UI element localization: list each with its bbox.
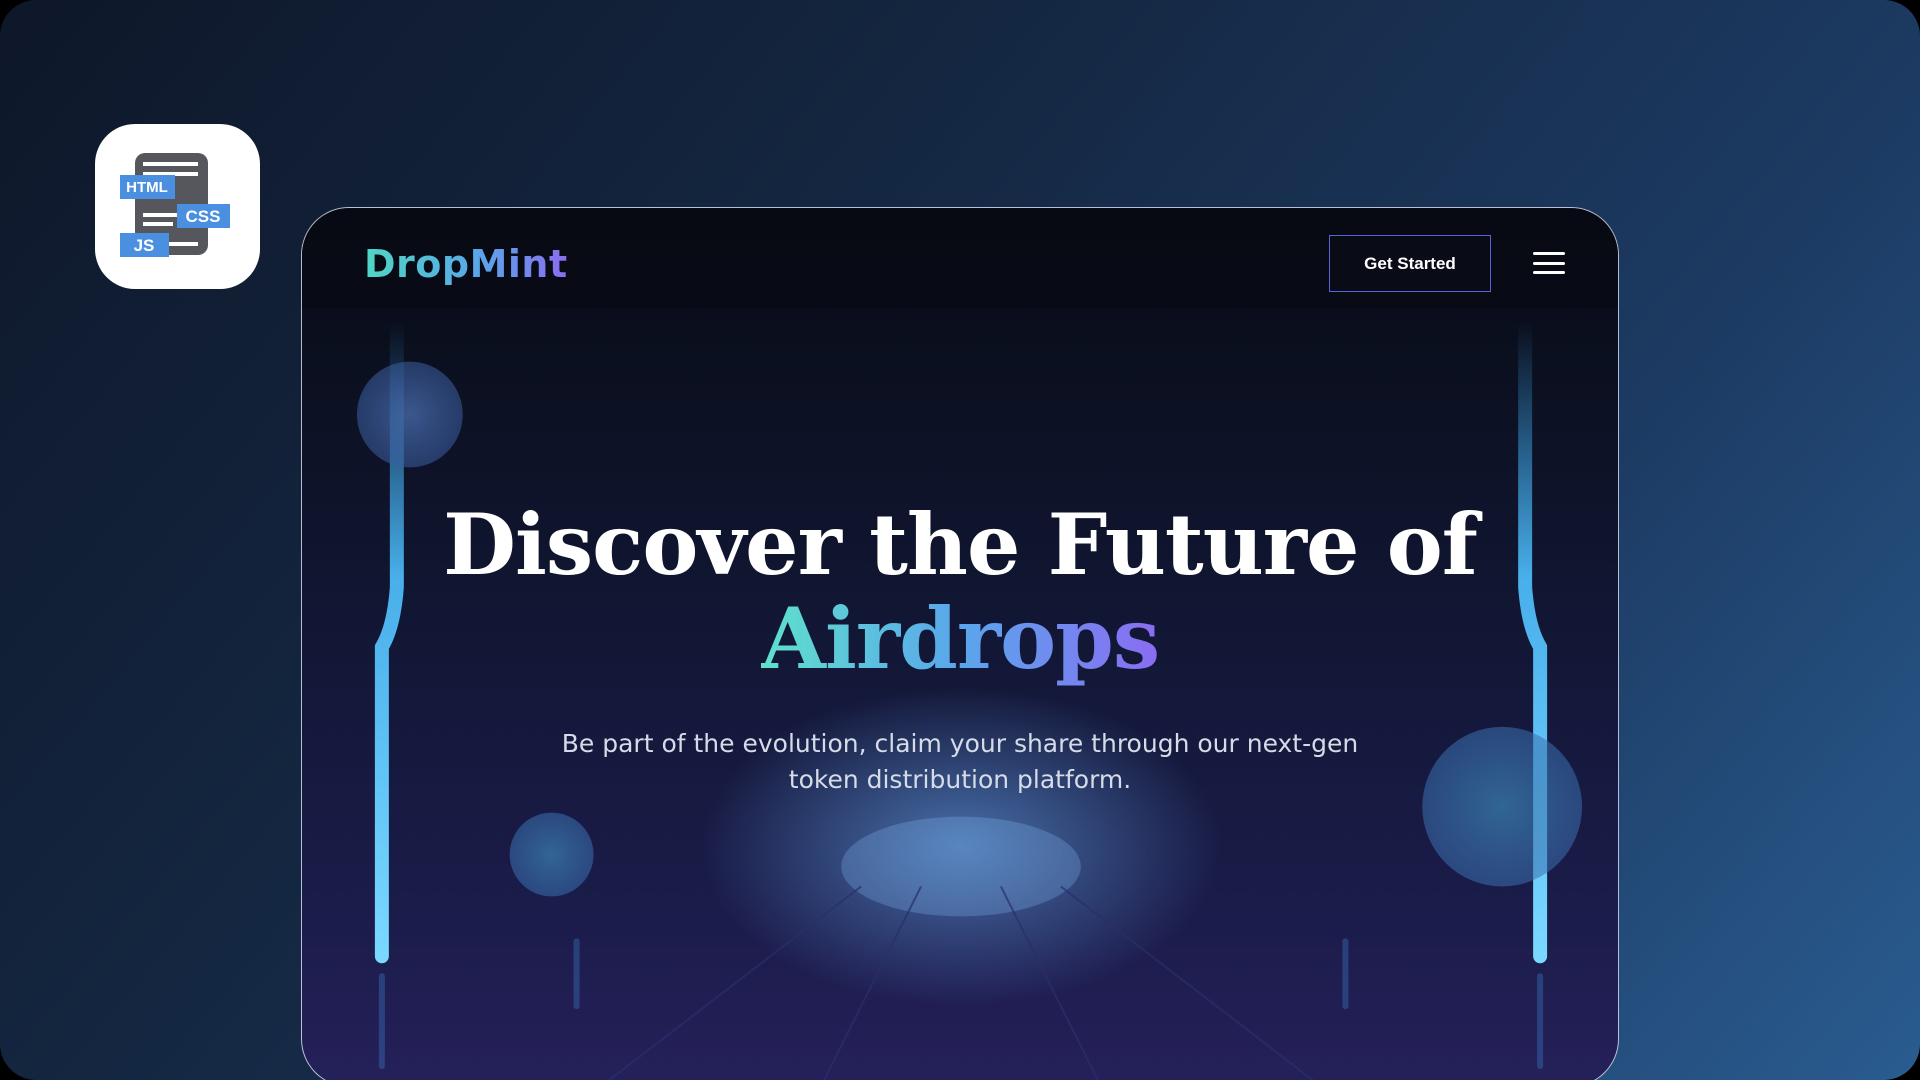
hero-title-line1: Discover the Future of xyxy=(443,495,1478,594)
background-stage: HTML CSS JS DropMint Get Started Discove… xyxy=(0,0,1920,1080)
website-preview-card: DropMint Get Started Discover the Future… xyxy=(301,207,1619,1080)
hamburger-menu-icon[interactable] xyxy=(1533,248,1565,278)
hero-subtitle: Be part of the evolution, claim your sha… xyxy=(561,729,1359,794)
decorative-orb xyxy=(509,812,594,897)
html-css-js-app-icon: HTML CSS JS xyxy=(95,124,260,289)
icon-label-css: CSS xyxy=(186,207,221,226)
site-navbar: DropMint Get Started xyxy=(302,208,1618,318)
decorative-orb xyxy=(356,361,463,468)
hero-title: Discover the Future of Airdrops xyxy=(302,498,1618,686)
icon-label-js: JS xyxy=(134,236,155,255)
menu-bar xyxy=(1533,252,1565,255)
hero-section: Discover the Future of Airdrops Be part … xyxy=(302,498,1618,798)
menu-bar xyxy=(1533,261,1565,265)
site-logo[interactable]: DropMint xyxy=(364,242,568,286)
html-css-js-icon: HTML CSS JS xyxy=(120,153,230,257)
get-started-button[interactable]: Get Started xyxy=(1329,235,1491,292)
icon-label-html: HTML xyxy=(126,179,168,196)
menu-bar xyxy=(1533,271,1565,274)
hero-title-accent: Airdrops xyxy=(760,589,1160,688)
